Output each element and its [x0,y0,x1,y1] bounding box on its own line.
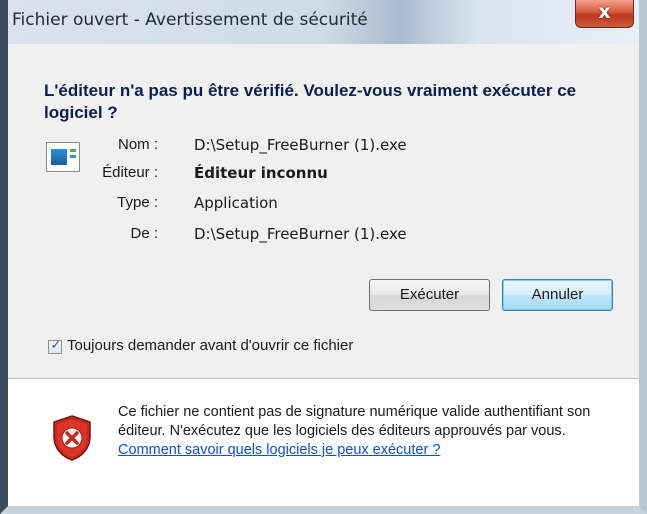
shield-error-icon [53,415,91,461]
publisher-label: Éditeur : [102,164,158,181]
type-label: Type : [117,194,158,211]
publisher-value: Éditeur inconnu [194,164,328,182]
help-link[interactable]: Comment savoir quels logiciels je peux e… [118,442,440,458]
type-value: Application [194,194,278,212]
always-ask-checkbox[interactable]: ✓ [48,338,62,354]
close-icon: x [598,1,611,23]
name-value: D:\Setup_FreeBurner (1).exe [194,136,407,154]
always-ask-label[interactable]: Toujours demander avant d'ouvrir ce fich… [67,337,353,354]
close-button[interactable]: x [575,0,634,28]
run-button[interactable]: Exécuter [369,279,490,311]
checkmark-icon: ✓ [50,338,62,353]
signature-warning-text: Ce fichier ne contient pas de signature … [118,403,628,460]
dialog-body: L'éditeur n'a pas pu être vérifié. Voule… [8,44,639,379]
title-bar[interactable]: Fichier ouvert - Avertissement de sécuri… [8,0,639,44]
cancel-button[interactable]: Annuler [502,279,613,311]
name-label: Nom : [117,136,158,153]
window-title: Fichier ouvert - Avertissement de sécuri… [12,10,368,30]
warning-heading: L'éditeur n'a pas pu être vérifié. Voule… [44,81,577,122]
from-label: De : [130,225,158,242]
footer-panel: Ce fichier ne contient pas de signature … [8,379,639,506]
warning-message: Ce fichier ne contient pas de signature … [118,404,591,439]
from-value: D:\Setup_FreeBurner (1).exe [194,225,407,243]
security-warning-dialog: Fichier ouvert - Avertissement de sécuri… [0,0,647,514]
